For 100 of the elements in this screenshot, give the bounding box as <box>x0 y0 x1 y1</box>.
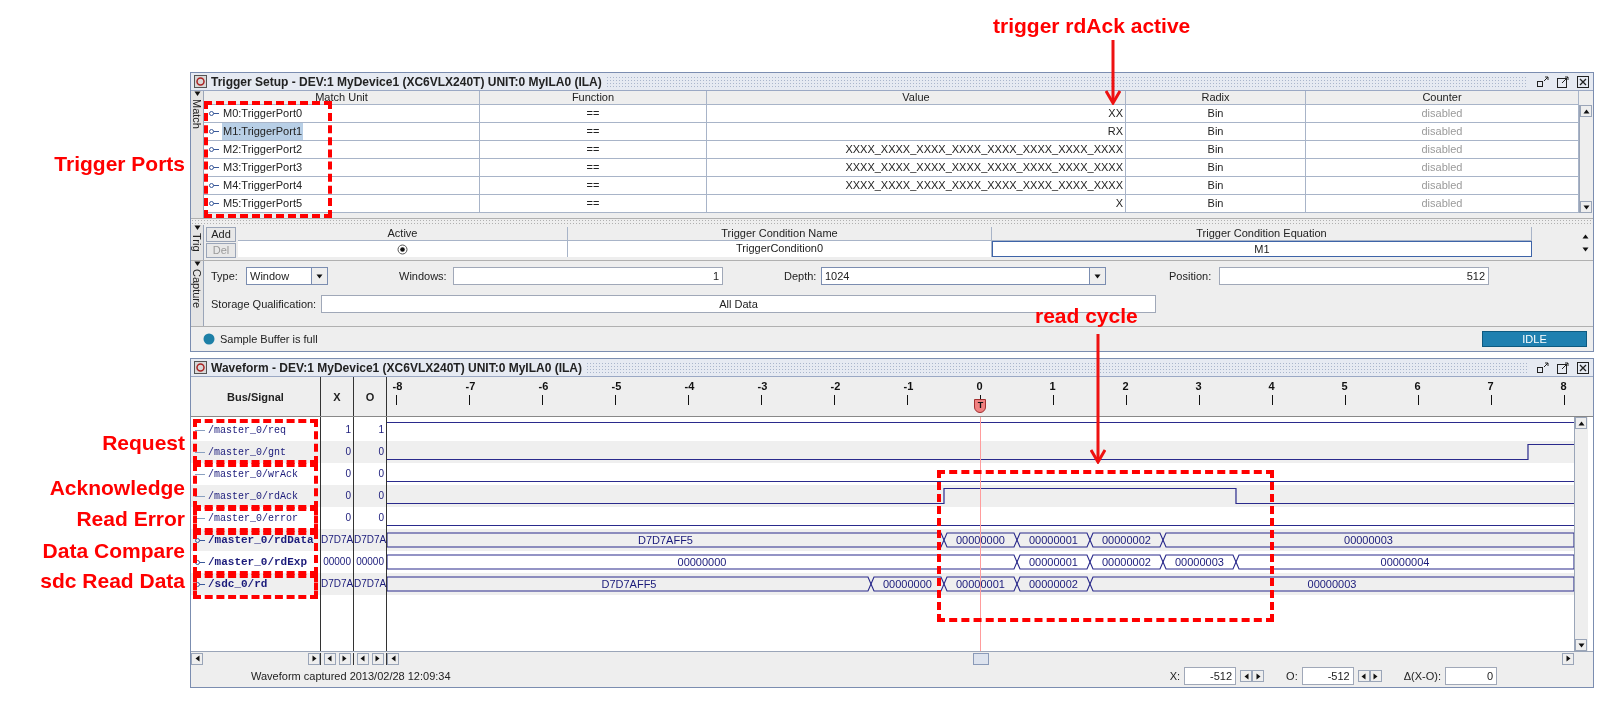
bus-icon <box>195 580 205 588</box>
column-header[interactable]: Trigger Condition Equation <box>992 227 1532 241</box>
column-header[interactable]: Value <box>707 91 1126 105</box>
tick-label: 1 <box>1049 379 1056 394</box>
tick-label: -6 <box>538 379 549 394</box>
tick-label: -1 <box>903 379 914 394</box>
bus-value: 00000002 <box>1102 556 1151 568</box>
table-cell[interactable]: M4:TriggerPort4 <box>222 177 304 194</box>
table-cell[interactable]: M3:TriggerPort3 <box>222 159 304 176</box>
annotation-label: trigger rdAck active <box>993 13 1191 39</box>
horizontal-scrollbar[interactable] <box>387 652 1574 665</box>
restore-icon[interactable] <box>1536 360 1550 375</box>
close-icon[interactable] <box>1576 360 1590 375</box>
tick-label: -3 <box>757 379 768 394</box>
value-cell: D7D7A <box>354 529 386 551</box>
signal-name[interactable]: /master_0/wrAck <box>208 466 298 482</box>
column-header[interactable]: Counter <box>1306 91 1579 105</box>
bus-value: 00000000 <box>883 578 932 590</box>
bus-value: 00000002 <box>1102 534 1151 546</box>
vertical-scrollbar[interactable] <box>1579 105 1593 213</box>
status-message: Waveform captured 2013/02/28 12:09:34 <box>251 668 451 684</box>
value-cell: 0 <box>321 485 353 507</box>
field-label: Δ(X-O): <box>1403 668 1441 684</box>
status-message: Sample Buffer is full <box>220 331 318 347</box>
button[interactable]: Add <box>206 227 236 242</box>
field-label: Windows: <box>399 268 448 284</box>
cursor-marker[interactable]: T <box>974 399 987 413</box>
column-header[interactable]: Bus/Signal <box>191 377 321 416</box>
input-field[interactable]: -512 <box>1184 667 1237 685</box>
table-cell[interactable]: M1:TriggerPort1 <box>222 123 304 140</box>
vertical-scrollbar[interactable] <box>1574 417 1588 651</box>
tick-label: 5 <box>1341 379 1348 394</box>
port-icon <box>209 110 219 117</box>
bus-value: 00000004 <box>1380 556 1430 568</box>
signal-name[interactable]: /master_0/error <box>208 510 298 526</box>
radio-button[interactable] <box>397 243 408 255</box>
port-icon <box>209 164 219 171</box>
dropdown[interactable]: 1024 <box>821 267 1106 285</box>
tick-label: 2 <box>1122 379 1129 394</box>
table-cell: TriggerCondition0 <box>568 241 992 257</box>
input-field[interactable]: -512 <box>1301 667 1354 685</box>
window-title: Trigger Setup - DEV:1 MyDevice1 (XC6VLX240T) UNIT:0 MyILA0 (ILA) <box>211 73 602 91</box>
value-cell: D7D7A <box>321 529 353 551</box>
bus-value: 00000002 <box>1029 578 1078 590</box>
side-tab[interactable]: Trig <box>191 225 204 260</box>
value-cell: D7D7A <box>354 573 386 595</box>
bus-icon <box>195 536 205 544</box>
input-field[interactable]: 512 <box>1219 267 1489 285</box>
input-field[interactable]: 1 <box>453 267 723 285</box>
maximize-icon[interactable] <box>1556 360 1570 375</box>
bus-value: 00000000 <box>956 534 1005 546</box>
side-tab[interactable]: Match <box>191 91 204 218</box>
bus-icon <box>195 558 205 566</box>
annotation-label: Trigger Ports <box>53 151 185 177</box>
restore-icon[interactable] <box>1536 74 1550 89</box>
column-header[interactable]: Function <box>480 91 707 105</box>
value-cell: 0 <box>354 485 386 507</box>
window-title: Waveform - DEV:1 MyDevice1 (XC6VLX240T) UNIT:0 MyILA0 (ILA) <box>211 359 582 377</box>
tick-label: -8 <box>392 379 403 394</box>
tick-label: 6 <box>1414 379 1421 394</box>
annotation-arrow <box>1105 40 1121 105</box>
column-header[interactable]: Radix <box>1126 91 1306 105</box>
table-cell[interactable]: M5:TriggerPort5 <box>222 195 304 212</box>
tick-label: -5 <box>611 379 622 394</box>
table-cell: Bin <box>1126 195 1306 213</box>
value-cell: 0 <box>354 441 386 463</box>
field-label: Position: <box>1169 268 1213 284</box>
bus-value: 00000000 <box>677 556 727 568</box>
tick-label: -7 <box>465 379 476 394</box>
annotation-label: Data Compare <box>41 538 185 564</box>
signal-name[interactable]: /master_0/req <box>208 422 286 438</box>
window-icon <box>194 75 207 88</box>
signal-name[interactable]: /master_0/rdExp <box>208 553 308 571</box>
table-cell[interactable]: M0:TriggerPort0 <box>222 105 304 122</box>
bus-value: 00000003 <box>1344 534 1393 546</box>
tick-label: 4 <box>1268 379 1275 394</box>
field-label: Storage Qualification: <box>211 296 318 312</box>
horizontal-scrollbar[interactable] <box>191 652 321 665</box>
table-cell[interactable]: M2:TriggerPort2 <box>222 141 304 158</box>
status-icon <box>203 333 215 345</box>
bus-value: 00000003 <box>1307 578 1357 590</box>
dropdown[interactable]: Window <box>246 267 328 285</box>
port-icon <box>209 200 219 207</box>
arrow-icon[interactable] <box>1094 272 1101 280</box>
column-header[interactable]: X <box>321 377 354 416</box>
close-icon[interactable] <box>1576 74 1590 89</box>
side-tab[interactable]: Capture <box>191 261 204 326</box>
field-label: O: <box>1286 668 1298 684</box>
tick-label: 0 <box>976 379 983 394</box>
maximize-icon[interactable] <box>1556 74 1570 89</box>
splitter-handle[interactable] <box>191 219 1593 225</box>
table-cell: X <box>707 195 1126 213</box>
tick-label: 3 <box>1195 379 1202 394</box>
scrollbar-thumb[interactable] <box>972 652 989 665</box>
input-field[interactable]: 0 <box>1445 667 1497 685</box>
window-icon <box>194 361 207 374</box>
annotation-label: sdc Read Data <box>39 568 185 594</box>
port-icon <box>209 182 219 189</box>
arrow-icon[interactable] <box>316 272 323 280</box>
table-cell[interactable]: M1 <box>992 241 1532 257</box>
